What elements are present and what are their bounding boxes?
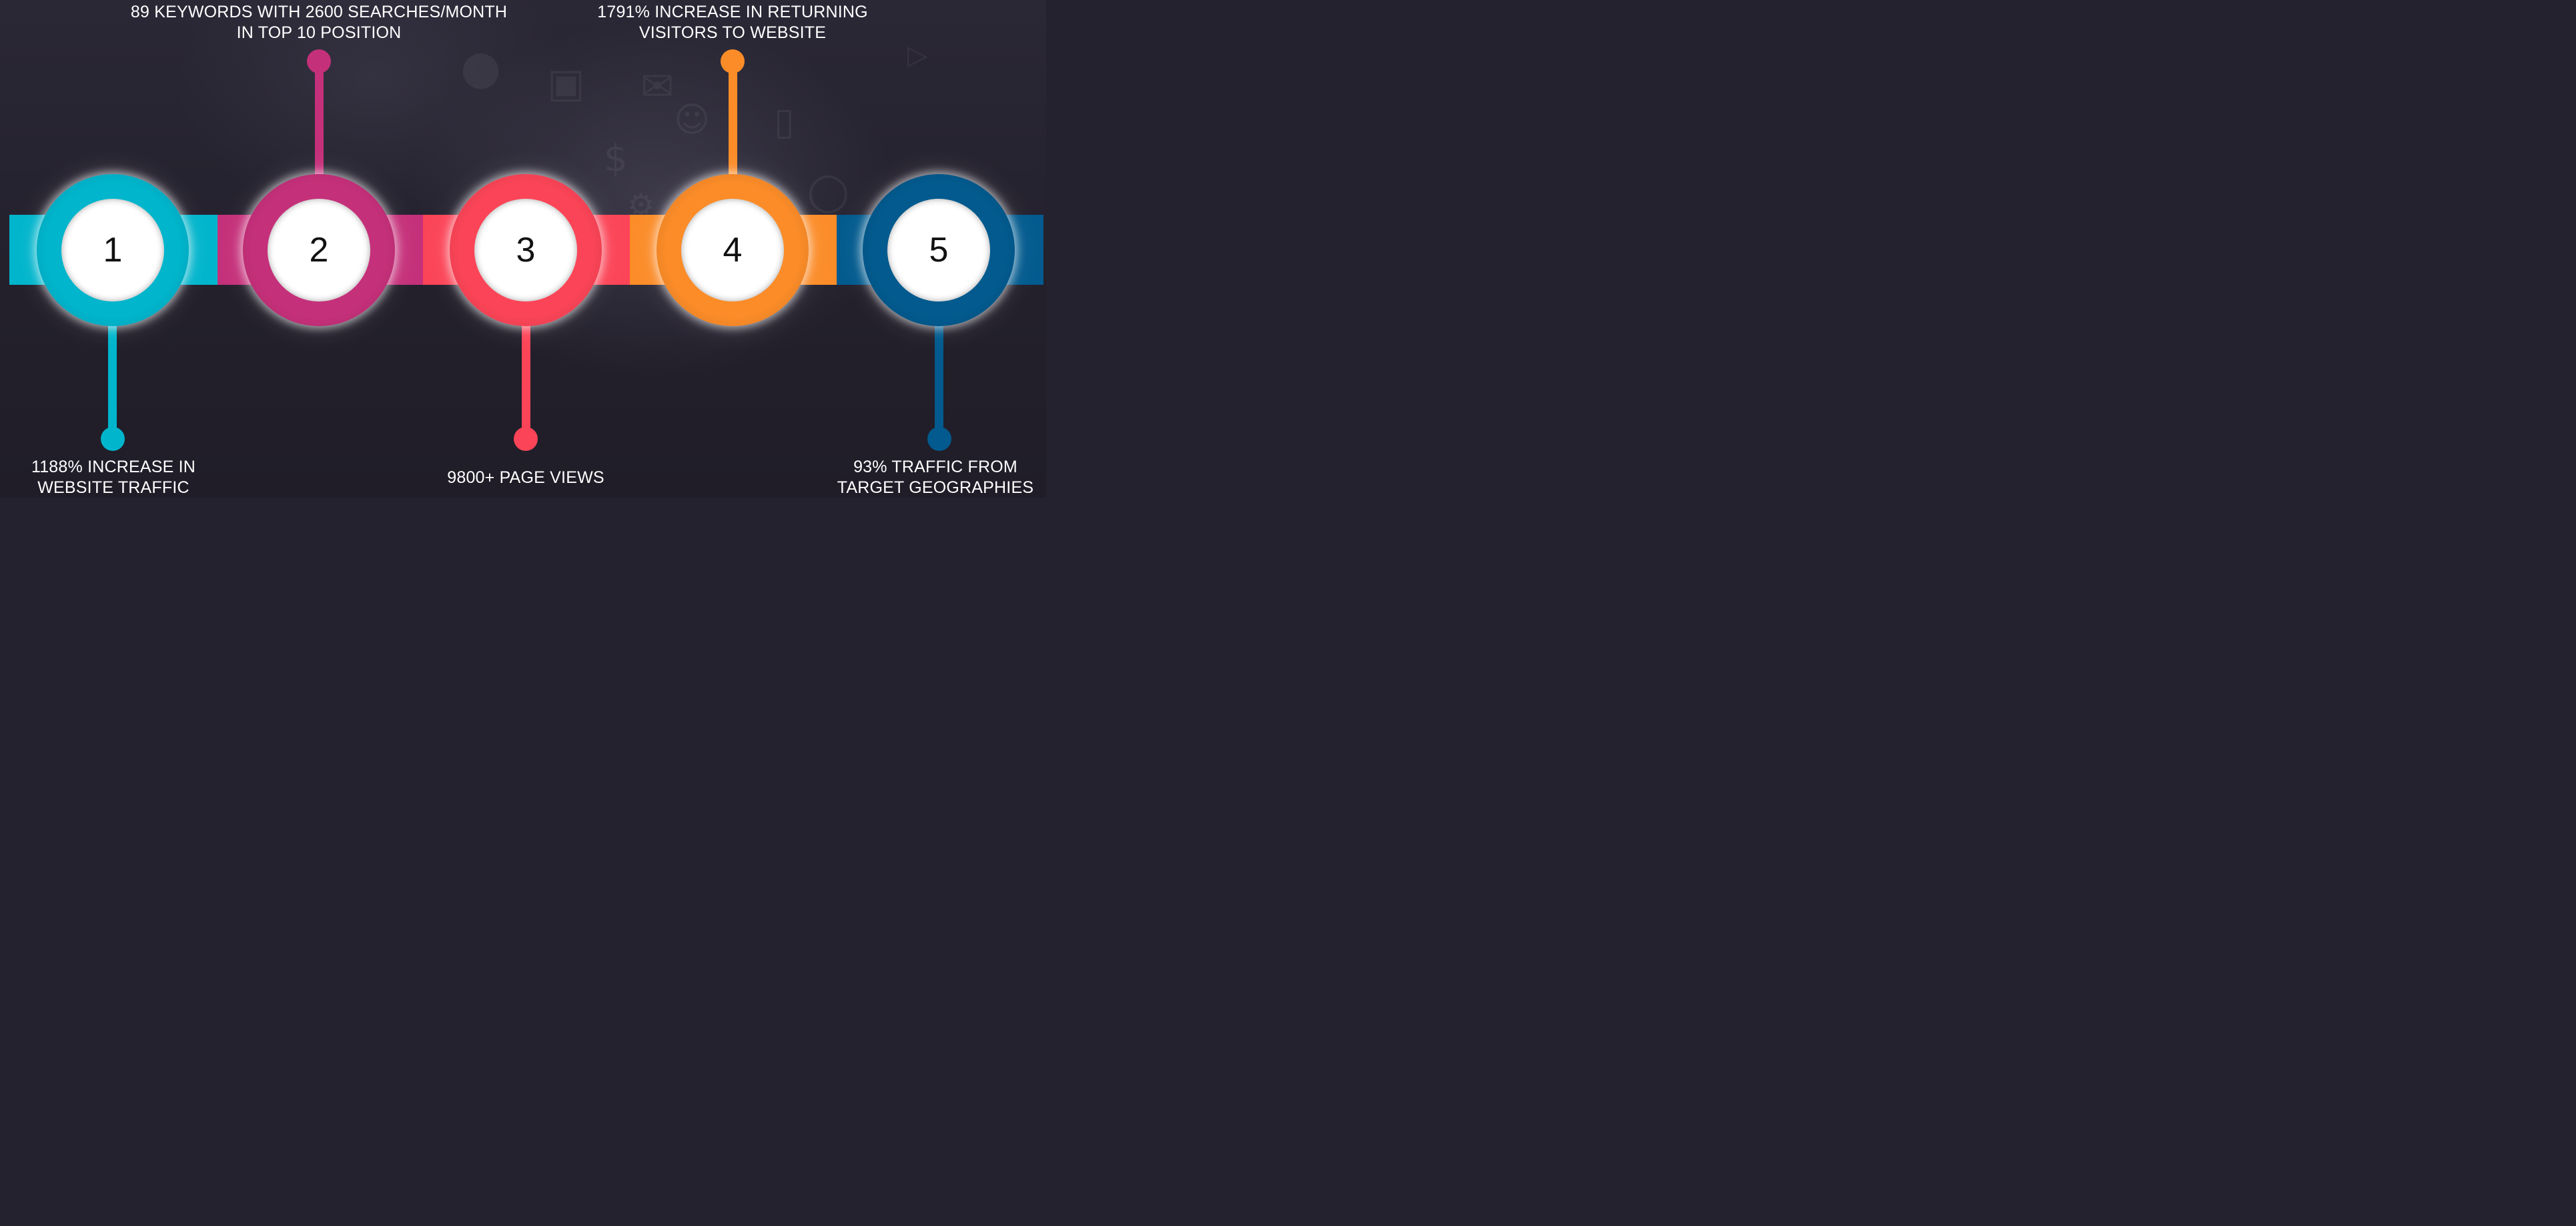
envelope-icon: ✉ bbox=[640, 63, 675, 110]
connector-stem-4 bbox=[729, 61, 737, 187]
lightbulb-icon: ● bbox=[460, 40, 502, 95]
people-icon: ☺ bbox=[674, 100, 711, 140]
step-2-label-line-1: 89 KEYWORDS WITH 2600 SEARCHES/MONTH bbox=[130, 3, 508, 21]
step-1-label: 1188% INCREASE IN WEBSITE TRAFFIC bbox=[13, 457, 213, 498]
step-1-label-line-1: 1188% INCREASE IN bbox=[31, 458, 196, 476]
step-5-inner: 5 bbox=[887, 199, 990, 301]
connector-stem-5 bbox=[935, 314, 943, 440]
camera-icon: ▣ bbox=[547, 60, 585, 107]
step-2-label-line-2: IN TOP 10 POSITION bbox=[236, 23, 402, 42]
connector-dot-2 bbox=[307, 49, 331, 73]
phone-icon: ▯ bbox=[774, 100, 795, 143]
globe-icon: ◯ bbox=[807, 170, 849, 213]
step-1-label-line-2: WEBSITE TRAFFIC bbox=[37, 478, 189, 497]
step-3-number: 3 bbox=[516, 231, 536, 269]
step-5-label: 93% TRAFFIC FROM TARGET GEOGRAPHIES bbox=[825, 457, 1046, 498]
step-5-number: 5 bbox=[929, 231, 949, 269]
step-2-label: 89 KEYWORDS WITH 2600 SEARCHES/MONTH IN … bbox=[85, 2, 552, 43]
step-2-number: 2 bbox=[309, 231, 329, 269]
step-4-label-line-1: 1791% INCREASE IN RETURNING bbox=[597, 3, 868, 21]
connector-stem-1 bbox=[108, 314, 117, 440]
connector-dot-1 bbox=[101, 427, 125, 451]
connector-dot-4 bbox=[721, 49, 745, 73]
play-icon: ▷ bbox=[907, 40, 928, 71]
step-4-label: 1791% INCREASE IN RETURNING VISITORS TO … bbox=[566, 2, 899, 43]
step-1-inner: 1 bbox=[61, 199, 164, 301]
step-4-circle: 4 bbox=[657, 174, 809, 326]
step-2-circle: 2 bbox=[243, 174, 395, 326]
step-3-label: 9800+ PAGE VIEWS bbox=[392, 468, 659, 488]
step-4-label-line-2: VISITORS TO WEBSITE bbox=[638, 23, 827, 42]
connector-stem-2 bbox=[315, 61, 324, 187]
step-2-inner: 2 bbox=[268, 199, 370, 301]
step-3-circle: 3 bbox=[450, 174, 602, 326]
dollar-icon: $ bbox=[604, 137, 628, 180]
step-4-inner: 4 bbox=[681, 199, 784, 301]
step-3-inner: 3 bbox=[474, 199, 577, 301]
step-5-circle: 5 bbox=[863, 174, 1015, 326]
step-1-number: 1 bbox=[103, 231, 123, 269]
step-4-number: 4 bbox=[723, 231, 743, 269]
connector-dot-5 bbox=[927, 427, 951, 451]
step-5-label-line-1: 93% TRAFFIC FROM bbox=[853, 458, 1017, 476]
connector-dot-3 bbox=[514, 427, 538, 451]
step-5-label-line-2: TARGET GEOGRAPHIES bbox=[837, 478, 1034, 497]
step-3-label-line-1: 9800+ PAGE VIEWS bbox=[447, 468, 604, 487]
connector-stem-3 bbox=[522, 314, 530, 440]
step-1-circle: 1 bbox=[37, 174, 189, 326]
